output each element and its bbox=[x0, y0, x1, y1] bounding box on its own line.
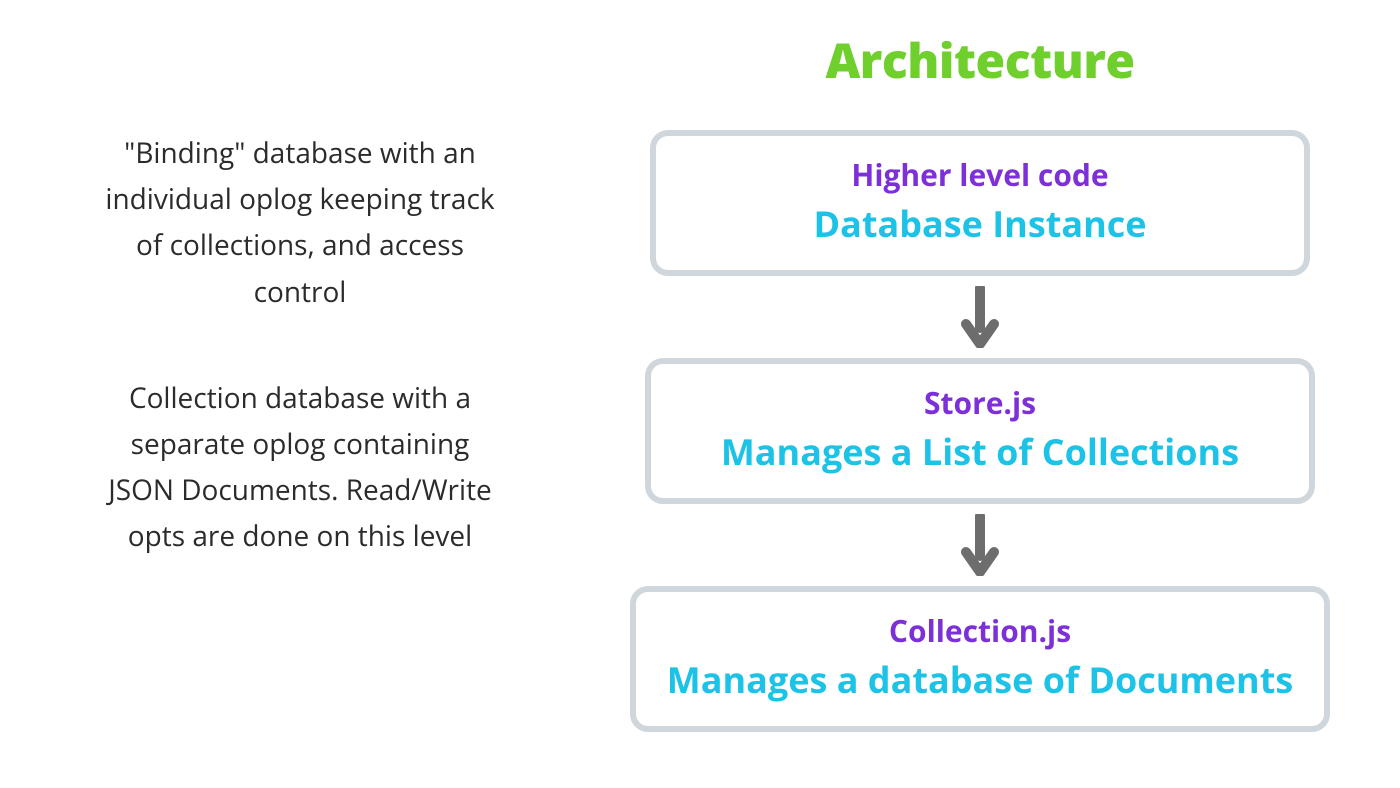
box-store-js: Store.js Manages a List of Collections bbox=[645, 358, 1315, 504]
box-title: Manages a List of Collections bbox=[679, 427, 1281, 476]
box-subtitle: Higher level code bbox=[684, 154, 1276, 195]
diagram-title: Architecture bbox=[790, 28, 1170, 93]
description-binding: "Binding" database with an individual op… bbox=[100, 130, 500, 315]
box-collection-js: Collection.js Manages a database of Docu… bbox=[630, 586, 1330, 732]
box-subtitle: Store.js bbox=[679, 382, 1281, 423]
description-collection: Collection database with a separate oplo… bbox=[100, 375, 500, 560]
box-title: Database Instance bbox=[684, 199, 1276, 248]
box-title: Manages a database of Documents bbox=[664, 655, 1296, 704]
arrow-down-icon bbox=[640, 514, 1320, 576]
box-database-instance: Higher level code Database Instance bbox=[650, 130, 1310, 276]
descriptions-column: "Binding" database with an individual op… bbox=[100, 130, 500, 560]
arrow-down-icon bbox=[640, 286, 1320, 348]
box-subtitle: Collection.js bbox=[664, 610, 1296, 651]
architecture-flow: Higher level code Database Instance Stor… bbox=[640, 130, 1320, 732]
